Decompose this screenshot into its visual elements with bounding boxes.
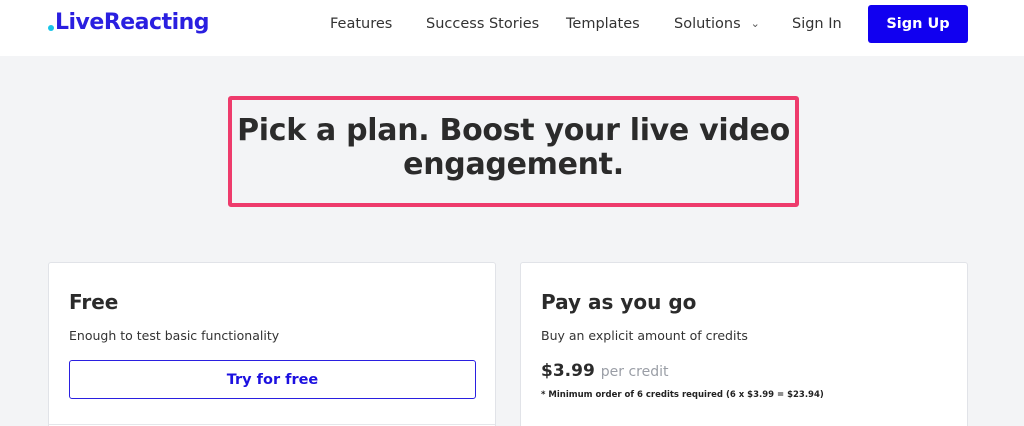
nav-success-stories[interactable]: Success Stories: [426, 16, 539, 32]
plan-description: Enough to test basic functionality: [69, 328, 280, 343]
plan-name: Pay as you go: [541, 290, 697, 314]
logo-dot-icon: [48, 24, 54, 31]
nav-sign-in[interactable]: Sign In: [792, 16, 842, 32]
price-unit: per credit: [600, 364, 669, 380]
nav-templates[interactable]: Templates: [566, 16, 640, 32]
plan-name: Free: [69, 290, 119, 314]
top-navbar: LiveReacting Features Success Stories Te…: [0, 0, 1024, 56]
price-row: $3.99 per credit: [541, 361, 669, 381]
nav-solutions-label: Solutions: [674, 16, 741, 32]
page-title-line-2: engagement.: [403, 147, 624, 182]
logo[interactable]: LiveReacting: [48, 10, 210, 35]
logo-text: LiveReacting: [55, 10, 210, 35]
nav-solutions-dropdown[interactable]: Solutions ⌄: [674, 16, 760, 32]
sign-up-button[interactable]: Sign Up: [868, 5, 968, 43]
plan-card-free: Free Enough to test basic functionality …: [48, 262, 496, 426]
plan-description: Buy an explicit amount of credits: [541, 328, 748, 343]
nav-features[interactable]: Features: [330, 16, 392, 32]
divider: [49, 424, 495, 425]
price-note: * Minimum order of 6 credits required (6…: [541, 390, 824, 400]
chevron-down-icon: ⌄: [750, 17, 760, 30]
try-for-free-button[interactable]: Try for free: [69, 360, 476, 399]
page-title-line-1: Pick a plan. Boost your live video: [237, 113, 790, 148]
price-value: $3.99: [541, 361, 595, 381]
plan-card-pay-as-you-go: Pay as you go Buy an explicit amount of …: [520, 262, 968, 426]
page-title: Pick a plan. Boost your live video engag…: [228, 114, 799, 182]
